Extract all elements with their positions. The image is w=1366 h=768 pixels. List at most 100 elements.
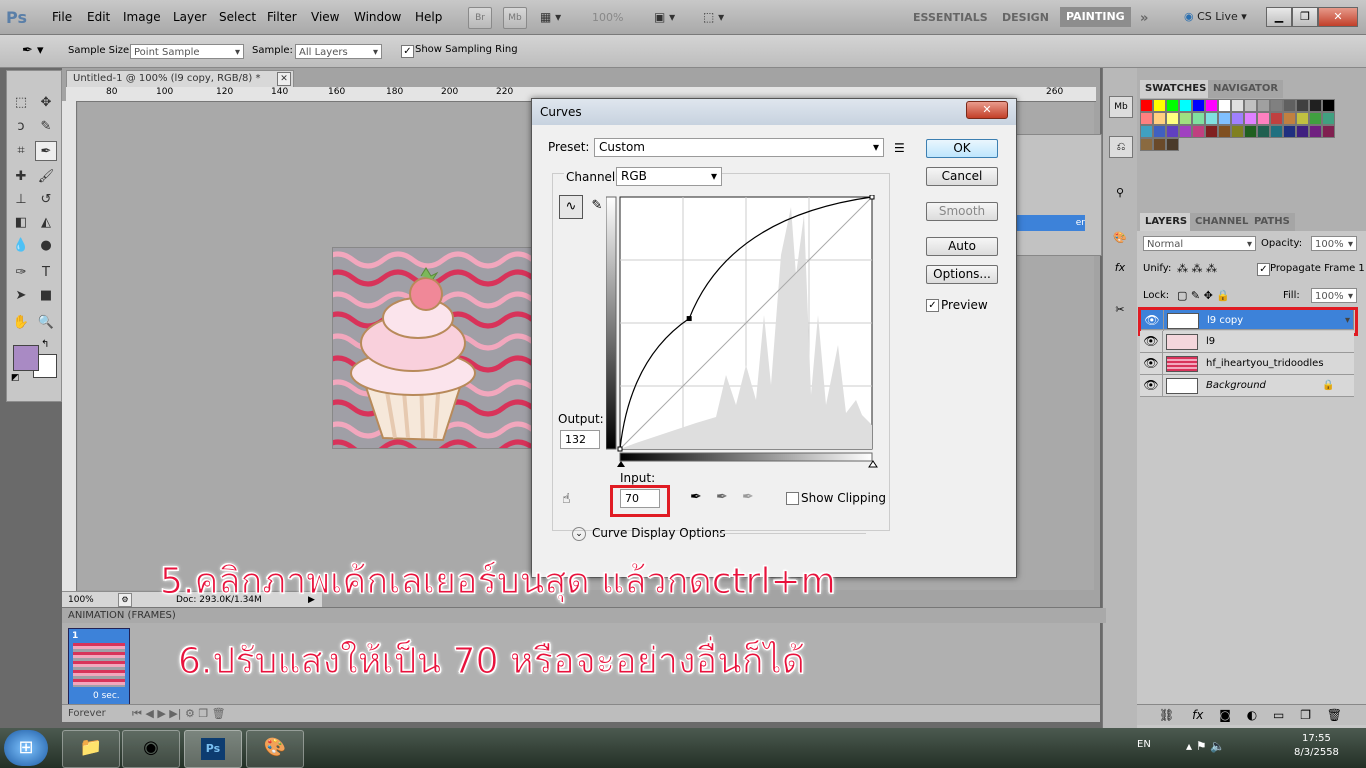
color-swatch[interactable] [1309, 112, 1322, 125]
link-layers-icon[interactable]: ⛓ [1159, 708, 1174, 722]
color-swatch[interactable] [1283, 112, 1296, 125]
curves-graph[interactable] [606, 195, 886, 477]
targeted-adjustment-icon[interactable]: ☝ [562, 491, 571, 507]
color-swatch[interactable] [1270, 99, 1283, 112]
layer-row-pattern[interactable]: 👁 hf_iheartyou_tridoodles [1140, 353, 1354, 375]
tab-navigator[interactable]: NAVIGATOR [1208, 80, 1284, 98]
eyedropper-tool-icon[interactable]: ✒ ▾ [22, 43, 44, 58]
crop-tool-icon[interactable]: ⌗ [10, 141, 32, 161]
menu-help[interactable]: Help [415, 10, 442, 24]
language-indicator[interactable]: EN [1137, 739, 1151, 750]
close-window-button[interactable]: ✕ [1318, 7, 1358, 27]
curve-white-point[interactable] [869, 195, 875, 200]
color-swatch[interactable] [1270, 112, 1283, 125]
minibridge-panel-icon[interactable]: Mb [1109, 96, 1133, 118]
color-swatch[interactable] [1205, 125, 1218, 138]
color-swatch[interactable] [1231, 99, 1244, 112]
smooth-button[interactable]: Smooth [926, 202, 998, 221]
preset-options-icon[interactable]: ☰ [894, 141, 905, 155]
paint-bucket-tool-icon[interactable]: ◭ [35, 213, 57, 233]
brush-tool-icon[interactable]: 🖌 [35, 167, 57, 187]
color-swatch[interactable] [1166, 125, 1179, 138]
menu-select[interactable]: Select [219, 10, 256, 24]
styles-panel-icon[interactable]: fx [1109, 258, 1131, 278]
color-swatch[interactable] [1270, 125, 1283, 138]
color-swatch[interactable] [1153, 99, 1166, 112]
history-selected-row[interactable]: er [1011, 215, 1085, 231]
explorer-task-icon[interactable]: 📁 [62, 730, 120, 768]
paint-task-icon[interactable]: 🎨 [246, 730, 304, 768]
workspace-essentials[interactable]: ESSENTIALS [913, 11, 988, 24]
color-swatch[interactable] [1231, 112, 1244, 125]
swap-colors-icon[interactable]: ↰ [41, 339, 49, 350]
workspace-painting[interactable]: PAINTING [1060, 7, 1131, 27]
new-layer-icon[interactable]: ❐ [1300, 708, 1311, 722]
restore-button[interactable]: ❐ [1292, 7, 1318, 27]
history-brush-tool-icon[interactable]: ↺ [35, 190, 57, 210]
status-zoom[interactable]: 100% [68, 592, 94, 608]
color-swatch[interactable] [1218, 125, 1231, 138]
tab-paths[interactable]: PATHS [1249, 213, 1295, 231]
preview-checkbox[interactable]: ✓ [926, 299, 939, 312]
mask-icon[interactable]: ◙ [1219, 708, 1231, 722]
options-button[interactable]: Options... [926, 265, 998, 284]
color-swatch[interactable] [1244, 112, 1257, 125]
show-sampling-ring-checkbox[interactable]: ✓ [401, 45, 414, 58]
workspace-design[interactable]: DESIGN [1002, 11, 1049, 24]
dodge-tool-icon[interactable]: ● [35, 236, 57, 256]
sample-size-select[interactable]: Point Sample [130, 44, 244, 60]
blend-mode-select[interactable]: Normal [1143, 236, 1256, 252]
cancel-button[interactable]: Cancel [926, 167, 998, 186]
color-swatch[interactable] [1192, 99, 1205, 112]
gray-point-eyedropper-icon[interactable]: ✒ [716, 489, 728, 505]
move-tool-icon[interactable]: ✥ [35, 93, 57, 113]
animation-frame-1[interactable]: 1 0 sec. [68, 628, 130, 706]
color-swatch[interactable] [1231, 125, 1244, 138]
type-tool-icon[interactable]: T [35, 263, 57, 283]
white-point-eyedropper-icon[interactable]: ✒ [742, 489, 754, 505]
lock-icons[interactable]: ▢ ✎ ✥ 🔒 [1177, 289, 1230, 302]
zoom-level[interactable]: 100% [592, 11, 623, 24]
color-swatch[interactable] [1309, 125, 1322, 138]
channel-select[interactable]: RGB ▾ [616, 167, 722, 186]
color-swatch[interactable] [1153, 125, 1166, 138]
bridge-button[interactable]: Br [468, 7, 492, 29]
pen-tool-icon[interactable]: ✑ [10, 263, 32, 283]
opacity-field[interactable]: 100% [1311, 236, 1357, 252]
loop-select[interactable]: Forever [68, 705, 106, 722]
color-swatch[interactable] [1205, 112, 1218, 125]
color-swatch[interactable] [1283, 125, 1296, 138]
color-swatch[interactable] [1166, 112, 1179, 125]
menu-window[interactable]: Window [354, 10, 401, 24]
color-swatch[interactable] [1218, 112, 1231, 125]
shape-tool-icon[interactable]: ■ [35, 286, 57, 306]
color-swatch[interactable] [1322, 112, 1335, 125]
blur-tool-icon[interactable]: 💧 [10, 236, 32, 256]
screen-mode-icon[interactable]: ⬚ ▾ [703, 10, 724, 24]
color-swatch[interactable] [1322, 125, 1335, 138]
path-selection-tool-icon[interactable]: ➤ [10, 286, 32, 306]
color-swatch[interactable] [1153, 138, 1166, 151]
tab-swatches[interactable]: SWATCHES [1140, 80, 1212, 98]
eraser-tool-icon[interactable]: ◧ [10, 213, 32, 233]
layer-row-l9[interactable]: 👁 l9 [1140, 331, 1354, 353]
color-swatch[interactable] [1296, 99, 1309, 112]
color-swatch[interactable] [1296, 125, 1309, 138]
actions-panel-icon[interactable]: ⚲ [1109, 183, 1131, 203]
minibridge-button[interactable]: Mb [503, 7, 527, 29]
color-swatch[interactable] [1179, 112, 1192, 125]
color-swatch[interactable] [1218, 99, 1231, 112]
menu-layer[interactable]: Layer [173, 10, 206, 24]
preset-select[interactable]: Custom ▾ [594, 138, 884, 157]
playback-controls[interactable]: ⏮ ◀ ▶ ▶| ⚙ ❐ 🗑 [132, 705, 226, 722]
output-field[interactable]: 132 [560, 430, 600, 449]
menu-filter[interactable]: Filter [267, 10, 297, 24]
foreground-color-swatch[interactable] [13, 345, 39, 371]
status-menu-icon[interactable]: ⚙ [118, 593, 132, 607]
menu-file[interactable]: File [52, 10, 72, 24]
expand-display-options-icon[interactable]: ⌄ [572, 527, 586, 541]
cs-live-button[interactable]: ◉ CS Live ▾ [1184, 10, 1247, 23]
show-clipping-checkbox[interactable] [786, 492, 799, 505]
menu-view[interactable]: View [311, 10, 339, 24]
color-swatch[interactable] [1257, 99, 1270, 112]
